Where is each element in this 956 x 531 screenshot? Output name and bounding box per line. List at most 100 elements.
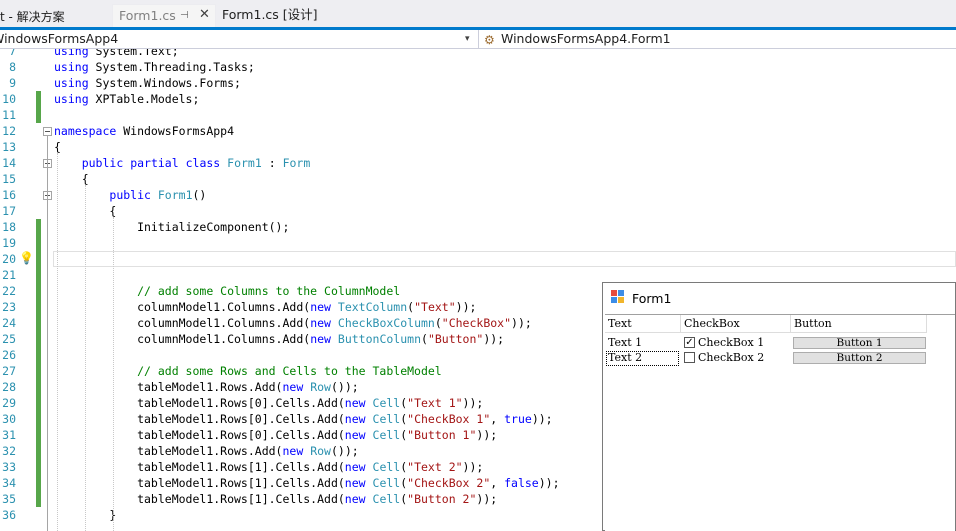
chevron-down-icon[interactable]: ▾ <box>465 30 470 48</box>
code-line[interactable]: columnModel1.Columns.Add(new TextColumn(… <box>54 299 476 315</box>
line-number: 15 <box>2 172 16 186</box>
tab-label: Form1.cs <box>119 8 176 23</box>
line-number: 8 <box>9 60 16 74</box>
code-token: Cell <box>372 396 401 410</box>
cell-text-row1[interactable]: Text 1 <box>608 335 642 350</box>
code-token: using <box>54 76 89 90</box>
code-line[interactable]: using System.Windows.Forms; <box>54 75 241 91</box>
pin-icon[interactable]: ⊣ <box>180 5 189 27</box>
line-number: 22 <box>2 284 16 298</box>
line-number: 33 <box>2 460 16 474</box>
code-token: new <box>344 492 366 506</box>
code-token: columnModel1.Columns.Add( <box>54 332 311 346</box>
code-line[interactable]: tableModel1.Rows[0].Cells.Add(new Cell("… <box>54 411 553 427</box>
close-icon[interactable]: ✕ <box>199 4 210 26</box>
code-token: tableModel1.Rows[1].Cells.Add( <box>54 460 345 474</box>
code-line[interactable]: public partial class Form1 : Form <box>54 155 311 171</box>
line-number: 25 <box>2 332 16 346</box>
line-number: 11 <box>2 108 16 122</box>
code-token: Row <box>310 380 331 394</box>
code-token: )); <box>511 316 532 330</box>
code-line[interactable]: tableModel1.Rows.Add(new Row()); <box>54 379 359 395</box>
form-title: Form1 <box>632 291 672 306</box>
code-line[interactable]: tableModel1.Rows[0].Cells.Add(new Cell("… <box>54 427 497 443</box>
code-token: partial <box>130 156 179 170</box>
form1-window[interactable]: Form1 Text CheckBox Button Text 1 ✓ Chec… <box>602 282 956 531</box>
code-token: public <box>81 156 124 170</box>
code-token: Row <box>310 444 331 458</box>
code-line[interactable]: public Form1() <box>54 187 206 203</box>
code-line[interactable]: using System.Text; <box>54 49 179 59</box>
column-header-text[interactable]: Text <box>605 315 681 333</box>
code-token: tableModel1.Rows[0].Cells.Add( <box>54 396 345 410</box>
collapse-icon[interactable] <box>43 127 52 136</box>
code-token: using <box>54 60 89 74</box>
code-token: new <box>344 476 366 490</box>
code-token: () <box>192 188 207 202</box>
code-line[interactable]: InitializeComponent(); <box>54 219 289 235</box>
lightbulb-icon[interactable]: 💡 <box>19 251 34 265</box>
code-line[interactable]: tableModel1.Rows[1].Cells.Add(new Cell("… <box>54 475 559 491</box>
code-token: new <box>344 460 366 474</box>
line-number: 29 <box>2 396 16 410</box>
code-token: new <box>310 316 331 330</box>
column-header-checkbox[interactable]: CheckBox <box>681 315 791 333</box>
indent-guide <box>57 153 58 531</box>
tab-form1-designer[interactable]: Form1.cs [设计] <box>216 4 326 28</box>
code-line[interactable]: tableModel1.Rows[0].Cells.Add(new Cell("… <box>54 395 483 411</box>
project-dropdown-value: WindowsFormsApp4 <box>0 31 119 46</box>
checkbox-row1[interactable]: ✓ <box>684 337 695 348</box>
project-dropdown[interactable]: WindowsFormsApp4 ▾ <box>0 30 479 48</box>
code-line[interactable]: tableModel1.Rows.Add(new Row()); <box>54 443 359 459</box>
class-dropdown-value: WindowsFormsApp4.Form1 <box>501 31 671 46</box>
column-header-button[interactable]: Button <box>791 315 927 333</box>
code-line[interactable]: tableModel1.Rows[1].Cells.Add(new Cell("… <box>54 459 483 475</box>
code-token: new <box>282 444 304 458</box>
cell-button-row2[interactable]: Button 2 <box>793 352 926 364</box>
line-number: 32 <box>2 444 16 458</box>
form1-titlebar[interactable]: Form1 <box>603 283 955 313</box>
cell-checkbox-label-row1: CheckBox 1 <box>698 336 765 349</box>
current-line-highlight <box>53 251 956 267</box>
code-token: Cell <box>372 412 401 426</box>
code-line[interactable]: tableModel1.Rows[1].Cells.Add(new Cell("… <box>54 491 497 507</box>
code-token: )); <box>476 492 498 506</box>
code-line[interactable]: columnModel1.Columns.Add(new CheckBoxCol… <box>54 315 532 331</box>
code-token: "Text 1" <box>407 396 463 410</box>
code-line[interactable]: namespace WindowsFormsApp4 <box>54 123 234 139</box>
code-line[interactable]: using System.Threading.Tasks; <box>54 59 255 75</box>
class-dropdown[interactable]: ⚙ WindowsFormsApp4.Form1 <box>482 30 956 48</box>
xptable[interactable]: Text CheckBox Button Text 1 ✓ CheckBox 1… <box>605 314 955 531</box>
code-token: tableModel1.Rows.Add( <box>54 380 283 394</box>
code-token: tableModel1.Rows[0].Cells.Add( <box>54 412 345 426</box>
code-token: "Button 1" <box>407 428 477 442</box>
code-token: using <box>54 92 89 106</box>
line-number: 24 <box>2 316 16 330</box>
line-number: 9 <box>9 76 16 90</box>
code-token: System.Text; <box>88 49 179 58</box>
code-token: WindowsFormsApp4 <box>116 124 235 138</box>
cell-button-row1[interactable]: Button 1 <box>793 337 926 349</box>
code-token: new <box>344 396 366 410</box>
checkbox-row2[interactable] <box>684 352 695 363</box>
code-token: "CheckBox" <box>441 316 512 330</box>
code-token: true <box>504 412 532 426</box>
change-tracking-bar <box>36 91 41 123</box>
code-line[interactable]: { <box>54 171 89 187</box>
line-number: 27 <box>2 364 16 378</box>
code-token: Cell <box>372 428 401 442</box>
tab-form1-cs[interactable]: Form1.cs ⊣ ✕ <box>112 4 216 28</box>
code-token: ()); <box>330 380 359 394</box>
cell-text-row2[interactable]: Text 2 <box>608 350 642 365</box>
code-line[interactable]: using XPTable.Models; <box>54 91 199 107</box>
code-line[interactable]: // add some Columns to the ColumnModel <box>54 283 400 299</box>
code-token: Form1 <box>157 188 193 202</box>
code-token: : <box>261 156 283 170</box>
code-line[interactable]: columnModel1.Columns.Add(new ButtonColum… <box>54 331 504 347</box>
